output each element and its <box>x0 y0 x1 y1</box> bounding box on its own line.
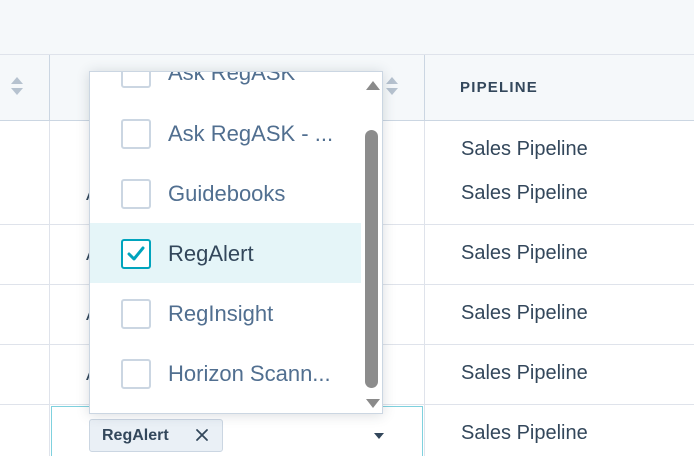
dropdown-option[interactable]: Ask RegASK <box>90 71 361 102</box>
option-label: Ask RegASK <box>168 71 296 85</box>
selected-tag-label: RegAlert <box>102 427 169 444</box>
dropdown-option[interactable]: Horizon Scann... <box>90 343 361 403</box>
row-cell <box>0 165 50 225</box>
pipeline-cell: Sales Pipeline <box>461 138 588 160</box>
column-title-pipeline: PIPELINE <box>460 79 538 96</box>
checkbox[interactable] <box>121 119 151 149</box>
checkbox-checked[interactable] <box>121 239 151 269</box>
scrollbar-thumb[interactable] <box>365 130 378 388</box>
dropdown-scrollbar[interactable] <box>361 72 382 413</box>
dropdown-option[interactable]: RegInsight <box>90 283 361 343</box>
dropdown-option[interactable]: Ask RegASK - ... <box>90 103 361 163</box>
pipeline-cell: Sales Pipeline <box>461 302 588 324</box>
checkbox[interactable] <box>121 72 151 88</box>
pipeline-cell: Sales Pipeline <box>461 182 588 204</box>
deals-table-view: PIPELINE Sales Pipeline A Sales Pipeline… <box>0 0 694 456</box>
checkmark-icon <box>127 246 145 261</box>
option-label: Guidebooks <box>168 181 286 206</box>
pipeline-cell: Sales Pipeline <box>461 362 588 384</box>
row-cell <box>0 225 50 285</box>
sort-icon[interactable] <box>11 75 23 99</box>
sort-icon[interactable] <box>386 75 398 99</box>
option-label: RegInsight <box>168 301 274 326</box>
row-cell <box>0 405 50 456</box>
product-dropdown-menu: Ask RegASK Ask RegASK - ... Guidebooks R… <box>89 71 383 414</box>
option-label: RegAlert <box>168 241 254 266</box>
close-icon[interactable] <box>194 427 210 443</box>
dropdown-option-selected[interactable]: RegAlert <box>90 223 361 283</box>
pipeline-cell: Sales Pipeline <box>461 422 588 444</box>
dropdown-option[interactable]: Guidebooks <box>90 163 361 223</box>
chevron-down-icon[interactable] <box>374 433 384 439</box>
row-cell <box>0 285 50 345</box>
scroll-up-arrow-icon[interactable] <box>366 81 380 90</box>
option-label: Ask RegASK - ... <box>168 121 334 146</box>
pipeline-cell: Sales Pipeline <box>461 242 588 264</box>
option-label: Horizon Scann... <box>168 361 331 386</box>
scroll-down-arrow-icon[interactable] <box>366 399 380 408</box>
checkbox[interactable] <box>121 299 151 329</box>
checkbox[interactable] <box>121 179 151 209</box>
checkbox[interactable] <box>121 359 151 389</box>
header-cell-1[interactable] <box>0 55 50 121</box>
row-cell <box>0 345 50 405</box>
header-cell-pipeline[interactable]: PIPELINE <box>425 55 694 121</box>
selected-tag: RegAlert <box>89 419 223 452</box>
table-toolbar <box>0 0 694 55</box>
